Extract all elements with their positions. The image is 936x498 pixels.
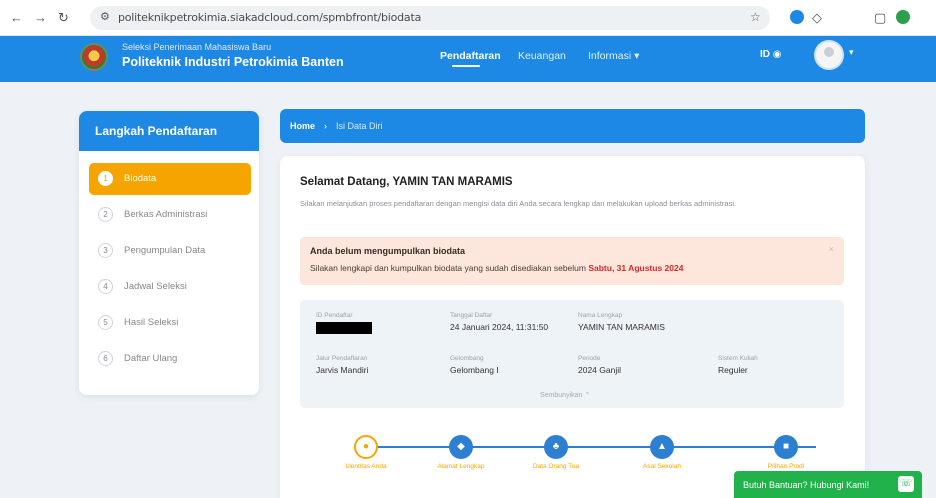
field-label: Nama Lengkap: [578, 312, 623, 319]
field-jalur-pendaftaran: Jalur Pendaftaran Jarvis Mandiri: [316, 355, 368, 375]
nav-keuangan[interactable]: Keuangan: [518, 50, 566, 62]
sidebar-icon[interactable]: ▢: [874, 10, 886, 26]
main-card: Selamat Datang, YAMIN TAN MARAMIS Silaka…: [280, 156, 865, 498]
institution-subtitle: Seleksi Penerimaan Mahasiswa Baru: [122, 42, 272, 52]
sidebar-step-2[interactable]: 2 Berkas Administrasi: [89, 199, 251, 231]
breadcrumb-home[interactable]: Home: [290, 121, 315, 131]
progress-step-label: Asal Sekolah: [643, 463, 681, 470]
breadcrumb-current: Isi Data Diri: [336, 121, 383, 131]
progress-step-label: Identitas Anda: [345, 463, 387, 470]
address-bar[interactable]: ⚙ politeknikpetrokimia.siakadcloud.com/s…: [90, 6, 770, 30]
institution-title: Politeknik Industri Petrokimia Banten: [122, 55, 344, 69]
field-value: 2024 Ganjil: [578, 365, 622, 375]
sidebar-title: Langkah Pendaftaran: [79, 111, 259, 151]
alert-text: Silakan lengkapi dan kumpulkan biodata y…: [310, 263, 683, 273]
field-value: 24 Januari 2024, 11:31:50: [450, 322, 549, 332]
progress-line: [366, 446, 816, 448]
field-label: Periode: [578, 355, 601, 362]
person-icon[interactable]: ●: [354, 435, 378, 459]
field-label: Tanggal Daftar: [450, 312, 493, 319]
step-label: Hasil Seleksi: [124, 317, 179, 328]
institution-logo: [80, 43, 108, 71]
alert-deadline: Sabtu, 31 Agustus 2024: [588, 263, 684, 273]
sidebar-step-6[interactable]: 6 Daftar Ulang: [89, 343, 251, 375]
step-label: Daftar Ulang: [124, 353, 178, 364]
site-info-icon[interactable]: ⚙: [100, 10, 110, 23]
extensions-icon[interactable]: ◇: [812, 10, 822, 26]
step-number: 6: [98, 351, 113, 366]
globe-icon: ◉: [772, 49, 782, 60]
bookmark-icon[interactable]: ☆: [750, 10, 761, 24]
close-icon[interactable]: ×: [829, 244, 834, 254]
field-tanggal-daftar: Tanggal Daftar 24 Januari 2024, 11:31:50: [450, 312, 548, 332]
whatsapp-icon: ☏: [898, 476, 914, 492]
nav-informasi[interactable]: Informasi ▾: [588, 50, 639, 62]
app-header: Seleksi Penerimaan Mahasiswa Baru Polite…: [0, 36, 936, 82]
field-id-pendaftar: ID Pendaftar: [316, 312, 372, 336]
book-icon[interactable]: ■: [774, 435, 798, 459]
step-number: 1: [98, 171, 113, 186]
profile-icon[interactable]: [896, 10, 910, 24]
extension-icon[interactable]: [790, 10, 804, 24]
sidebar-step-4[interactable]: 4 Jadwal Seleksi: [89, 271, 251, 303]
field-value: Gelombang I: [450, 365, 499, 375]
redaction-box: [316, 322, 372, 334]
alert-title: Anda belum mengumpulkan biodata: [310, 246, 466, 256]
graduation-icon[interactable]: ▲: [650, 435, 674, 459]
step-number: 3: [98, 243, 113, 258]
field-label: Gelombang: [450, 355, 484, 362]
location-icon[interactable]: ◆: [449, 435, 473, 459]
step-label: Berkas Administrasi: [124, 209, 208, 220]
help-contact-button[interactable]: Butuh Bantuan? Hubungi Kami! ☏: [734, 471, 922, 498]
progress-step-label: Data Orang Tua: [532, 463, 580, 470]
step-label: Jadwal Seleksi: [124, 281, 187, 292]
step-number: 4: [98, 279, 113, 294]
field-value-redacted: [316, 322, 372, 336]
progress-step-label: Pilihan Prodi: [767, 463, 805, 470]
field-sistem-kuliah: Sistem Kuliah Reguler: [718, 355, 758, 375]
page-title: Selamat Datang, YAMIN TAN MARAMIS: [300, 176, 513, 188]
field-label: ID Pendaftar: [316, 312, 353, 319]
forward-icon[interactable]: →: [34, 10, 47, 26]
field-label: Jalur Pendaftaran: [316, 355, 368, 362]
field-value: YAMIN TAN MARAMIS: [578, 322, 665, 332]
nav-active-indicator: [452, 65, 480, 67]
language-switcher[interactable]: ID ◉: [760, 49, 782, 60]
back-icon[interactable]: ←: [10, 10, 23, 26]
field-periode: Periode 2024 Ganjil: [578, 355, 621, 375]
breadcrumb-separator: ›: [324, 121, 327, 131]
registrant-info-panel: ID Pendaftar Tanggal Daftar 24 Januari 2…: [300, 300, 844, 408]
family-icon[interactable]: ♣: [544, 435, 568, 459]
url-text[interactable]: politeknikpetrokimia.siakadcloud.com/spm…: [118, 11, 421, 24]
alert-message: Silakan lengkapi dan kumpulkan biodata y…: [310, 263, 586, 273]
field-nama-lengkap: Nama Lengkap YAMIN TAN MARAMIS: [578, 312, 665, 332]
step-number: 2: [98, 207, 113, 222]
field-label: Sistem Kuliah: [718, 355, 758, 362]
reload-icon[interactable]: ↻: [58, 10, 69, 26]
field-value: Reguler: [718, 365, 748, 375]
step-label: Pengumpulan Data: [124, 245, 206, 256]
sidebar-step-3[interactable]: 3 Pengumpulan Data: [89, 235, 251, 267]
intro-text: Silakan melanjutkan proses pendaftaran d…: [300, 199, 737, 208]
avatar[interactable]: [814, 40, 844, 70]
step-label: Biodata: [124, 173, 157, 184]
nav-pendaftaran[interactable]: Pendaftaran: [440, 50, 501, 62]
sidebar-step-5[interactable]: 5 Hasil Seleksi: [89, 307, 251, 339]
browser-toolbar: ← → ↻ ⚙ politeknikpetrokimia.siakadcloud…: [0, 0, 936, 36]
step-number: 5: [98, 315, 113, 330]
chevron-down-icon[interactable]: ▾: [849, 47, 854, 58]
breadcrumb: Home › Isi Data Diri: [280, 109, 865, 143]
progress-step-label: Alamat Lengkap: [437, 463, 485, 470]
registration-steps-card: Langkah Pendaftaran 1 Biodata 2 Berkas Admi…: [79, 111, 259, 395]
biodata-warning-alert: Anda belum mengumpulkan biodata Silakan …: [300, 237, 844, 285]
chevron-down-icon: ▾: [634, 50, 640, 62]
field-gelombang: Gelombang Gelombang I: [450, 355, 499, 375]
language-code: ID: [760, 49, 770, 60]
field-value: Jarvis Mandiri: [316, 365, 369, 375]
nav-informasi-label: Informasi: [588, 50, 632, 62]
sidebar-step-1[interactable]: 1 Biodata: [89, 163, 251, 195]
help-label: Butuh Bantuan? Hubungi Kami!: [743, 480, 870, 490]
hide-details-toggle[interactable]: Sembunyikan ⌃: [540, 391, 590, 399]
